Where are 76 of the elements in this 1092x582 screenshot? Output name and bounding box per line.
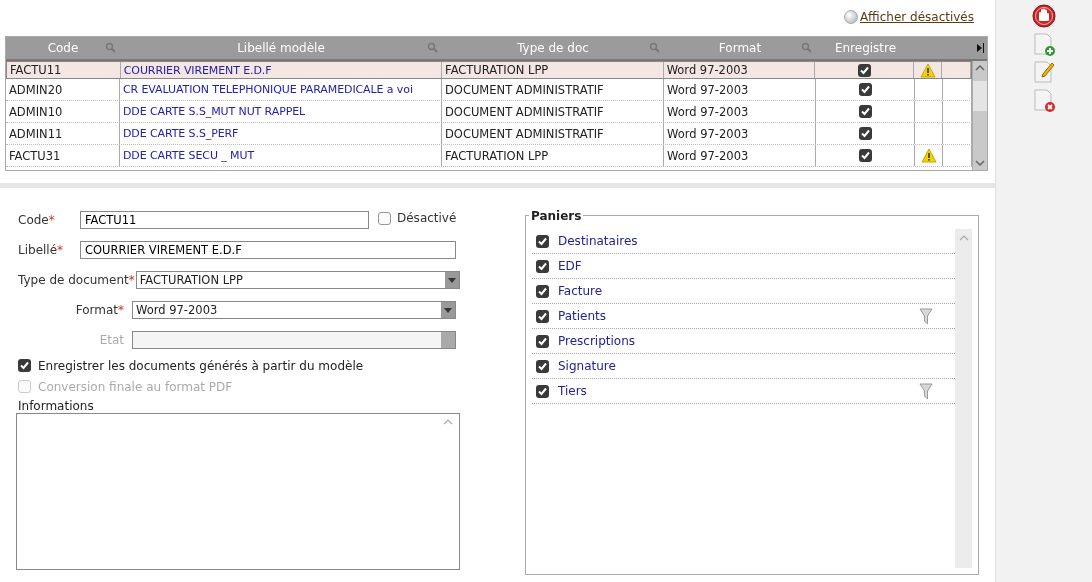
checkbox[interactable] [858, 127, 872, 140]
table-cell: ADMIN10 [6, 101, 120, 122]
checkbox-label: Conversion finale au format PDF [38, 379, 233, 394]
table-row[interactable]: ADMIN10 DDE CARTE S.S_MUT NUT RAPPEL DOCUMENT ADMINISTRATIF Word 97-2003 [6, 101, 972, 123]
basket-link[interactable]: Facture [558, 284, 603, 298]
checkbox[interactable] [378, 211, 391, 225]
field-label: Format* [74, 303, 124, 317]
table-cell: ADMIN20 [6, 79, 120, 100]
scroll-right-icon[interactable] [976, 43, 984, 53]
checkbox[interactable] [18, 359, 31, 372]
stop-hand-icon[interactable] [1032, 4, 1056, 29]
basket-link[interactable]: Destinataires [558, 234, 638, 248]
checkbox[interactable] [858, 105, 872, 118]
basket-link[interactable]: Patients [558, 309, 607, 323]
table-row[interactable]: FACTU11 COURRIER VIREMENT E.D.F FACTURATION LPP Word 97-2003 [6, 61, 972, 79]
table-cell: Word 97-2003 [664, 145, 816, 166]
table-cell: FACTURATION LPP [442, 145, 664, 166]
table-cell: DDE CARTE S.S_PERF [120, 123, 442, 144]
checkbox[interactable] [858, 83, 872, 96]
checkbox-label: Enregistrer les documents générés à partir du modèle [38, 358, 364, 373]
table-cell: DDE CARTE S.S_MUT NUT RAPPEL [120, 101, 442, 122]
checkbox[interactable] [857, 63, 871, 77]
table-cell: COURRIER VIREMENT E.D.F [120, 62, 443, 78]
checkbox[interactable] [536, 359, 549, 373]
table-cell: DDE CARTE SECU _ MUT [120, 145, 442, 166]
field-label: Etat [98, 333, 124, 347]
checkbox[interactable] [536, 334, 549, 348]
table-row[interactable]: FACTU31 DDE CARTE SECU _ MUT FACTURATION LPP Word 97-2003 [6, 145, 972, 167]
caret-icon[interactable] [444, 307, 452, 313]
delete-document-icon[interactable] [1032, 88, 1056, 113]
table-cell: Word 97-2003 [664, 79, 816, 100]
table-row[interactable]: ADMIN20 CR EVALUATION TELEPHONIQUE PARAMEDICALE a voi DOCUMENT ADMINISTRATIF Word 97-2003 [6, 79, 972, 101]
table-cell: DOCUMENT ADMINISTRATIF [442, 123, 664, 144]
field-label: Code* [18, 213, 56, 227]
scroll-down-icon[interactable] [975, 160, 985, 166]
checkbox[interactable] [536, 284, 549, 298]
scroll-up-icon[interactable] [443, 419, 453, 425]
funnel-icon[interactable] [919, 383, 933, 400]
panel-title: Paniers [529, 209, 584, 223]
basket-link[interactable]: Tiers [558, 384, 587, 398]
dropdown[interactable]: Word 97-2003 [132, 301, 456, 319]
scrollbar[interactable] [972, 61, 987, 170]
new-document-icon[interactable] [1032, 32, 1056, 57]
caret-icon[interactable] [447, 277, 456, 283]
table-cell: FACTU11 [7, 62, 121, 78]
table-cell: Word 97-2003 [663, 62, 816, 78]
table-cell: CR EVALUATION TELEPHONIQUE PARAMEDICALE a voi [120, 79, 442, 100]
checkbox[interactable] [536, 259, 549, 273]
basket-link[interactable]: EDF [558, 259, 582, 273]
table-row[interactable]: ADMIN11 DDE CARTE S.S_PERF DOCUMENT ADMINISTRATIF Word 97-2003 [6, 123, 972, 145]
table-cell: Word 97-2003 [664, 101, 816, 122]
table-cell: FACTURATION LPP [442, 62, 664, 78]
edit-document-icon[interactable] [1032, 60, 1056, 85]
table-cell: FACTU31 [6, 145, 120, 166]
table-cell: DOCUMENT ADMINISTRATIF [442, 101, 664, 122]
funnel-icon[interactable] [919, 308, 933, 325]
scroll-up-icon[interactable] [958, 235, 969, 241]
scroll-up-icon[interactable] [975, 65, 985, 71]
field-label: Libellé* [18, 243, 65, 257]
table-cell: DOCUMENT ADMINISTRATIF [442, 79, 664, 100]
checkbox[interactable] [858, 149, 872, 162]
checkbox[interactable] [536, 234, 549, 248]
basket-link[interactable]: Signature [558, 359, 616, 373]
checkbox[interactable] [536, 384, 549, 398]
checkbox[interactable] [536, 309, 549, 323]
input-field[interactable]: COURRIER VIREMENT E.D.F [80, 241, 456, 259]
field-label: Type de document* [18, 273, 135, 287]
table-cell: ADMIN11 [6, 123, 120, 144]
checkbox-label: Désactivé [397, 211, 457, 225]
table-cell: Word 97-2003 [664, 123, 816, 144]
scrollbar[interactable] [955, 229, 972, 568]
splitter-handle[interactable] [0, 183, 995, 188]
dropdown[interactable]: FACTURATION LPP [135, 271, 460, 289]
input-field[interactable]: FACTU11 [80, 211, 369, 229]
basket-link[interactable]: Prescriptions [558, 334, 636, 348]
field-label: Informations [18, 399, 95, 413]
